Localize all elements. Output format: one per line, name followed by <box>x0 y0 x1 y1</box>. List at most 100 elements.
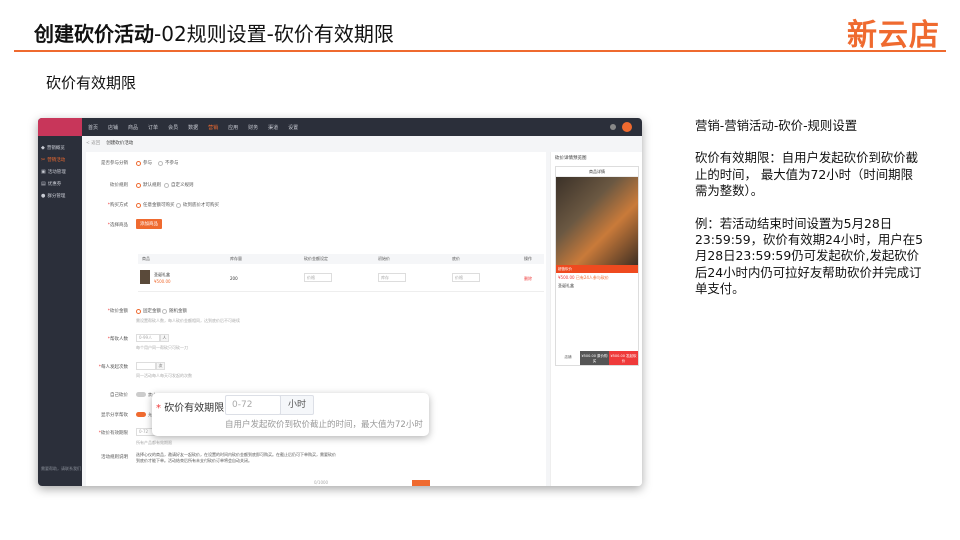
sidebar-item-label: 群分管理 <box>47 194 66 199</box>
top-nav: 首页 店铺 商品 订单 会员 数据 营销 应用 财务 渠道 设置 <box>88 118 298 136</box>
notes-example: 例：若活动结束时间设置为5月28日23:59:59，砍价有效期24小时，用户在5… <box>695 215 923 297</box>
store-button[interactable]: 店铺 <box>556 351 580 365</box>
notes-path: 营销-营销活动-砍价-规则设置 <box>695 118 858 133</box>
sidebar-item[interactable]: ✂ 营销活动 <box>38 154 82 166</box>
distribution-option-no[interactable]: 不参与 <box>158 160 179 166</box>
table-row: 圣诞礼盒 ¥500.00 200 价格 库存 价格 删除 <box>138 266 544 292</box>
self-cut-label: 自己砍价 <box>110 393 128 398</box>
cut-setting-input[interactable]: 价格 <box>304 273 332 282</box>
breadcrumb-current: 创建砍价活动 <box>106 141 134 146</box>
buy-original-button[interactable]: ¥500.00 原价购买 <box>580 351 609 365</box>
validity-help: 自用户发起砍价到砍价截止的时间，最大值为72小时 <box>225 420 423 430</box>
avatar[interactable] <box>622 122 632 132</box>
top-nav-item[interactable]: 应用 <box>228 124 238 131</box>
notification-icon[interactable] <box>610 124 616 130</box>
coupon-icon: ▤ <box>41 181 46 187</box>
topbar-right <box>610 122 632 132</box>
sidebar-footer[interactable]: 需要帮助，请联系我们 <box>41 466 81 472</box>
top-nav-item[interactable]: 营销 <box>208 124 218 131</box>
select-goods-label: *选择商品 <box>107 223 128 228</box>
helpers-input[interactable]: 0-99人 <box>136 334 160 342</box>
sidebar-item-label: 活动管理 <box>47 170 66 175</box>
goods-table-header: 商品 库存量 砍价金额设定 初始价 底价 操作 <box>138 254 544 264</box>
slide-title: 创建砍价活动-02规则设置-砍价有效期限 <box>34 18 394 47</box>
top-nav-item[interactable]: 店铺 <box>108 124 118 131</box>
store-logo <box>38 118 82 136</box>
show-rule-toggle[interactable] <box>136 412 146 417</box>
col-goods: 商品 <box>142 256 150 261</box>
phone-header: 商品详情 <box>556 167 638 177</box>
cut-amount-label: *砍价金额 <box>107 309 128 314</box>
explanation-notes: 营销-营销活动-砍价-规则设置 砍价有效期限：自用户发起砍价到砍价截止的时间， … <box>695 118 925 314</box>
daily-label: *每人发起次数 <box>98 365 128 370</box>
top-nav-item[interactable]: 数据 <box>188 124 198 131</box>
distribution-label: 是否参与分销 <box>101 161 128 166</box>
gift-icon: ▣ <box>41 169 46 175</box>
helpers-label: *帮砍人数 <box>107 337 128 342</box>
delete-goods-link[interactable]: 删除 <box>524 276 532 282</box>
add-goods-button[interactable]: 添加商品 <box>136 219 162 229</box>
goods-thumbnail <box>140 270 150 284</box>
sidebar-item[interactable]: ▣ 活动管理 <box>38 166 82 178</box>
preview-goods-name: 圣诞礼盒 <box>558 283 574 288</box>
cut-rule-custom[interactable]: 自定义规则 <box>164 182 194 188</box>
floor-price-input[interactable]: 价格 <box>452 273 480 282</box>
save-button[interactable] <box>412 480 430 486</box>
phone-preview: 商品详情 超值砍价 ¥500.00 已有24人参与砍价 圣诞礼盒 店铺 ¥500… <box>555 166 639 366</box>
cut-amount-help: 需设置帮砍人数，每人砍价金额相同，达到底价后不可继续 <box>136 318 240 323</box>
purchase-mode-label: *购买方式 <box>107 203 128 208</box>
validity-input[interactable]: 0-72 <box>225 395 281 415</box>
top-nav-item[interactable]: 会员 <box>168 124 178 131</box>
desc-label: 活动规则说明 <box>101 455 128 460</box>
distribution-option-yes[interactable]: 参与 <box>136 160 152 166</box>
goods-image: 超值砍价 <box>556 177 638 273</box>
validity-label: * 砍价有效期限 <box>156 403 225 414</box>
bargain-icon: ✂ <box>41 157 46 163</box>
col-action: 操作 <box>524 256 532 261</box>
purchase-mode-any[interactable]: 任意金额可购买 <box>136 202 175 208</box>
bargain-banner: 超值砍价 <box>556 265 638 273</box>
back-link[interactable]: < 返回 <box>86 140 100 146</box>
helpers-help: 每个用户同一帮砍只可砍一刀 <box>136 345 188 350</box>
start-bargain-button[interactable]: ¥500.00 发起砍价 <box>609 351 638 365</box>
section-title: 砍价有效期限 <box>46 74 137 92</box>
cut-rule-default[interactable]: 默认规则 <box>136 182 161 188</box>
top-nav-item[interactable]: 首页 <box>88 124 98 131</box>
validity-unit: 小时 <box>280 395 314 415</box>
top-nav-item[interactable]: 订单 <box>148 124 158 131</box>
show-rule-label: 显示分享帮砍 <box>101 413 128 418</box>
self-cut-toggle[interactable] <box>136 392 146 397</box>
col-floor-price: 底价 <box>452 256 460 261</box>
tag-icon: ◆ <box>41 145 45 151</box>
top-nav-item[interactable]: 财务 <box>248 124 258 131</box>
preview-price: ¥500.00 已有24人参与砍价 <box>558 275 609 280</box>
top-nav-item[interactable]: 设置 <box>288 124 298 131</box>
validity-small-label: *砍价有效期限 <box>98 431 128 436</box>
purchase-mode-floor[interactable]: 砍到底价才可购买 <box>176 202 219 208</box>
slide-title-rest: -02规则设置-砍价有效期限 <box>154 22 394 46</box>
goods-stock: 200 <box>230 276 238 281</box>
top-nav-item[interactable]: 渠道 <box>268 124 278 131</box>
sidebar-item[interactable]: ▤ 优惠券 <box>38 178 82 190</box>
daily-help: 同一活动每人每天可发起的次数 <box>136 373 192 378</box>
validity-small-help: 所有产品都有效期限 <box>136 440 172 445</box>
cut-amount-fixed[interactable]: 固定金额 <box>136 308 161 314</box>
sidebar-item[interactable]: ● 群分管理 <box>38 190 82 202</box>
sidebar-item[interactable]: ◆ 营销概览 <box>38 142 82 154</box>
col-stock: 库存量 <box>230 256 242 261</box>
desc-textarea[interactable]: 选择心仪的商品，邀请好友一起砍价，在设置的时间内砍价金额到底即可购买。在截止后仍… <box>136 452 336 464</box>
top-nav-item[interactable]: 商品 <box>128 124 138 131</box>
col-cut-setting: 砍价金额设定 <box>304 256 328 261</box>
user-icon: ● <box>41 193 46 199</box>
cut-amount-random[interactable]: 随机金额 <box>162 308 187 314</box>
sidebar-item-label: 优惠券 <box>47 182 62 187</box>
breadcrumb: < 返回 创建砍价活动 <box>86 140 133 146</box>
validity-callout: * 砍价有效期限 0-72 小时 自用户发起砍价到砍价截止的时间，最大值为72小… <box>152 393 429 436</box>
sidebar: ◆ 营销概览 ✂ 营销活动 ▣ 活动管理 ▤ 优惠券 ● 群分管理 需要帮助，请联系我们 <box>38 136 82 486</box>
sidebar-item-label: 营销概览 <box>46 146 65 151</box>
daily-input[interactable] <box>136 362 156 370</box>
daily-unit: 次 <box>156 362 165 370</box>
phone-action-bar: 店铺 ¥500.00 原价购买 ¥500.00 发起砍价 <box>556 351 638 365</box>
desc-char-count: 0/1000 <box>314 480 329 485</box>
initial-price-input[interactable]: 库存 <box>378 273 406 282</box>
